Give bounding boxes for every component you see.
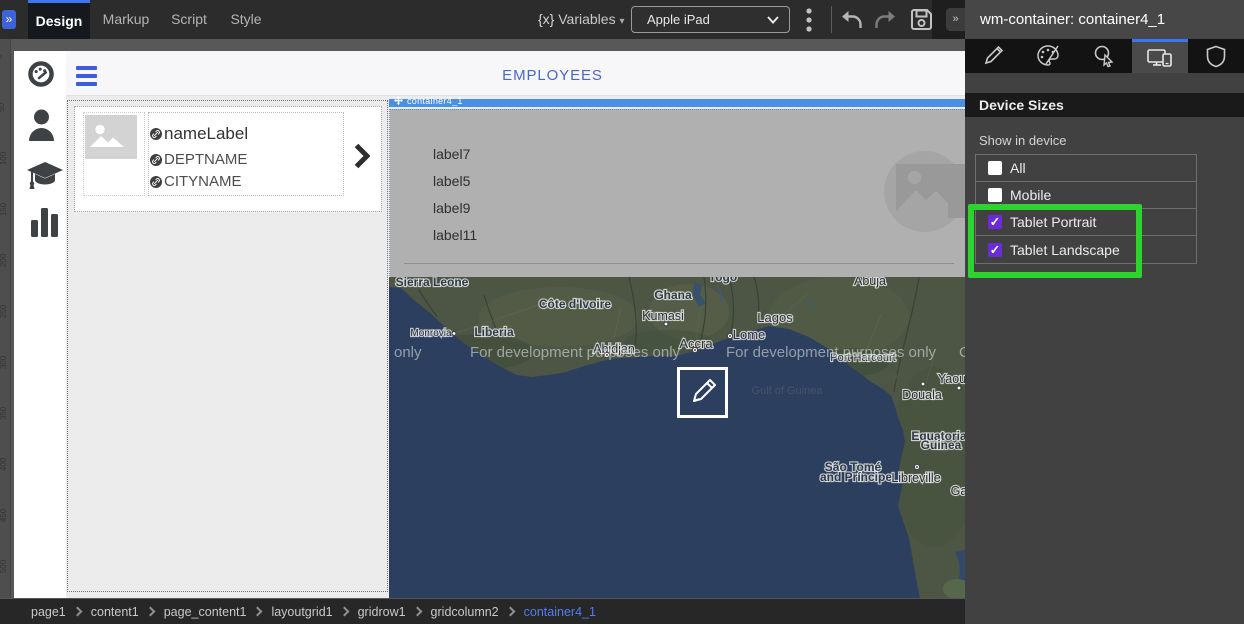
svg-text:Ga: Ga — [951, 484, 965, 498]
svg-text:For development purposes only: For development purposes only — [726, 344, 937, 361]
svg-text:Lagos: Lagos — [757, 310, 793, 325]
svg-text:Kumasi: Kumasi — [642, 309, 684, 323]
svg-text:Lome: Lome — [733, 327, 766, 342]
svg-text:For development purposes only: For development purposes only — [470, 344, 681, 361]
svg-text:Libreville: Libreville — [891, 471, 940, 485]
svg-text:Guinea: Guinea — [921, 438, 962, 452]
svg-text:Yaou: Yaou — [938, 372, 965, 386]
svg-text:Togo: Togo — [709, 277, 737, 284]
svg-text:Côte d'Ivoire: Côte d'Ivoire — [539, 297, 612, 311]
svg-text:Sierra Leone: Sierra Leone — [396, 277, 469, 289]
svg-text:Gulf of Guinea: Gulf of Guinea — [752, 385, 824, 397]
svg-text:Douala: Douala — [902, 388, 942, 402]
svg-text:Abuja: Abuja — [854, 277, 886, 288]
svg-text:Monrovia: Monrovia — [410, 328, 452, 339]
svg-text:only: only — [394, 344, 422, 361]
svg-text:Liberia: Liberia — [474, 325, 514, 339]
svg-text:and Príncipe: and Príncipe — [820, 470, 892, 484]
svg-text:Ghana: Ghana — [654, 288, 692, 302]
